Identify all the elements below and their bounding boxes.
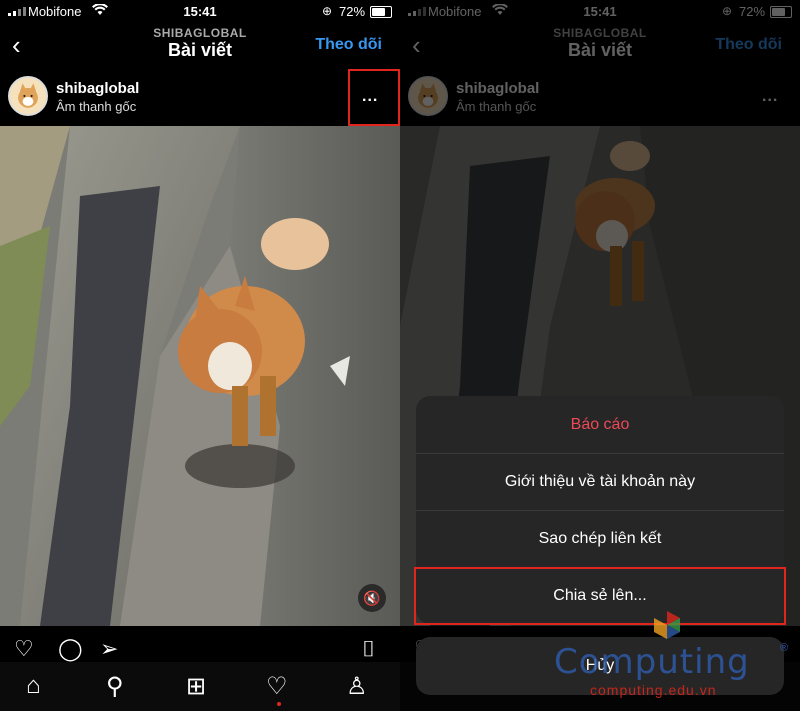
avatar[interactable] xyxy=(8,76,48,116)
top-nav: ‹ SHIBAGLOBAL Bài viết Theo dõi xyxy=(0,24,400,68)
watermark-brand: Computing xyxy=(554,642,750,682)
activity-dot xyxy=(277,702,281,706)
bottom-tab-bar: ⌂ ⚲ ⊞ ♡ ♙ xyxy=(0,662,400,711)
left-screen: Mobifone 15:41 ⊕ 72% ‹ SHIBAGLOBAL Bài v… xyxy=(0,0,400,711)
comment-icon[interactable]: ◯ xyxy=(58,636,83,662)
like-icon[interactable]: ♡ xyxy=(14,636,34,662)
audio-label[interactable]: Âm thanh gốc xyxy=(56,99,136,114)
username[interactable]: shibaglobal xyxy=(56,80,139,97)
watermark-domain: computing.edu.vn xyxy=(590,682,717,698)
report-option[interactable]: Báo cáo xyxy=(416,396,784,454)
activity-icon[interactable]: ♡ xyxy=(266,672,288,701)
watermark-registered: ® xyxy=(780,642,789,654)
bookmark-icon[interactable]: ⌷ xyxy=(362,636,375,662)
status-bar: Mobifone 15:41 ⊕ 72% xyxy=(0,0,400,24)
copy-link-option[interactable]: Sao chép liên kết xyxy=(416,510,784,568)
battery-icon xyxy=(370,6,392,18)
mute-icon[interactable]: 🔇 xyxy=(358,584,386,612)
computing-logo-icon xyxy=(654,611,680,639)
new-post-icon[interactable]: ⊞ xyxy=(186,672,206,701)
profile-icon[interactable]: ♙ xyxy=(346,672,368,701)
search-icon[interactable]: ⚲ xyxy=(106,672,124,701)
watermark: Computing ® computing.edu.vn xyxy=(548,608,798,708)
follow-button[interactable]: Theo dõi xyxy=(315,36,382,54)
highlight-more-options xyxy=(348,69,400,126)
rotation-lock-icon: ⊕ xyxy=(322,4,333,18)
about-account-option[interactable]: Giới thiệu về tài khoản này xyxy=(416,453,784,511)
battery-percent: 72% xyxy=(339,4,366,19)
post-header: shibaglobal Âm thanh gốc ... xyxy=(0,68,400,126)
share-icon[interactable]: ➢ xyxy=(100,636,118,662)
post-video[interactable] xyxy=(0,126,400,626)
home-icon[interactable]: ⌂ xyxy=(26,672,41,700)
